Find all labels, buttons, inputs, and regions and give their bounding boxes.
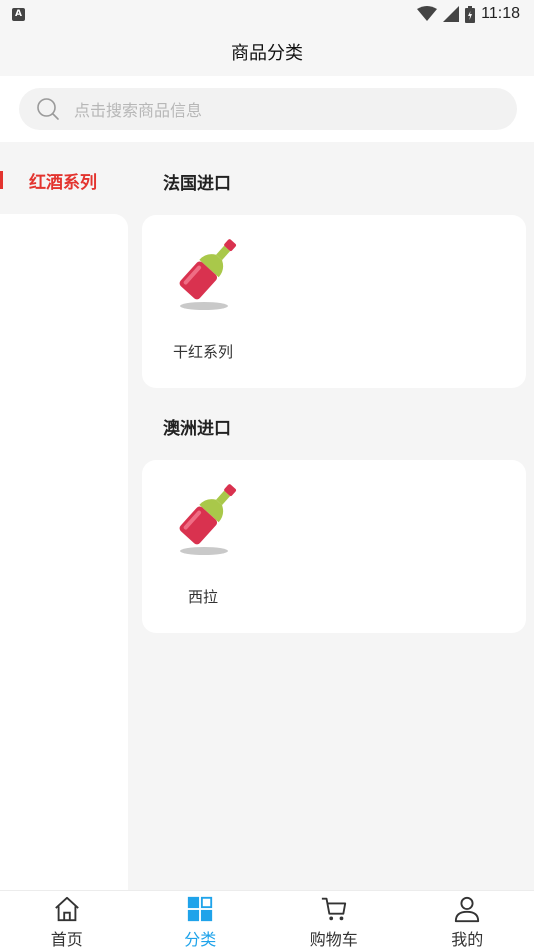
cart-icon bbox=[321, 897, 346, 921]
page-header: 商品分类 bbox=[0, 28, 534, 76]
product-item[interactable]: 西拉 bbox=[142, 460, 264, 633]
product-name: 西拉 bbox=[187, 588, 218, 606]
tab-label: 我的 bbox=[451, 930, 484, 949]
home-icon bbox=[54, 896, 79, 922]
product-card: 西拉 bbox=[142, 460, 526, 633]
page-title: 商品分类 bbox=[231, 43, 303, 64]
sidebar-item-red-wine[interactable]: 红酒系列 bbox=[0, 160, 128, 200]
user-icon bbox=[455, 896, 480, 923]
tab-home[interactable]: 首页 bbox=[0, 891, 134, 950]
sidebar-panel bbox=[0, 214, 128, 890]
sidebar-item-label: 红酒系列 bbox=[29, 172, 97, 193]
product-item[interactable]: 干红系列 bbox=[142, 215, 264, 388]
search-input[interactable]: 点击搜索商品信息 bbox=[19, 88, 517, 130]
section-title: 法国进口 bbox=[163, 174, 231, 194]
product-card: 干红系列 bbox=[142, 215, 526, 388]
cellular-signal-icon bbox=[443, 6, 460, 22]
wine-bottle-icon bbox=[179, 484, 236, 555]
tab-category[interactable]: 分类 bbox=[134, 891, 268, 950]
bottom-tab-bar: 首页 分类 购物车 我的 bbox=[0, 890, 534, 950]
search-bar: 点击搜索商品信息 bbox=[0, 76, 534, 142]
status-time: 11:18 bbox=[481, 5, 520, 22]
tab-label: 分类 bbox=[184, 930, 217, 949]
search-placeholder: 点击搜索商品信息 bbox=[74, 101, 203, 120]
active-indicator bbox=[0, 171, 3, 189]
tab-label: 购物车 bbox=[309, 930, 358, 949]
category-grid-icon bbox=[188, 896, 213, 922]
wine-bottle-icon bbox=[179, 239, 236, 310]
battery-icon bbox=[465, 5, 476, 23]
tab-profile[interactable]: 我的 bbox=[401, 891, 534, 950]
tab-label: 首页 bbox=[50, 930, 83, 949]
product-name: 干红系列 bbox=[172, 343, 233, 361]
notification-a-icon: A bbox=[12, 7, 25, 21]
wifi-icon bbox=[417, 6, 438, 21]
search-icon bbox=[37, 98, 59, 120]
status-bar: A 11:18 bbox=[0, 0, 534, 28]
section-title: 澳洲进口 bbox=[163, 419, 231, 439]
tab-cart[interactable]: 购物车 bbox=[267, 891, 401, 950]
